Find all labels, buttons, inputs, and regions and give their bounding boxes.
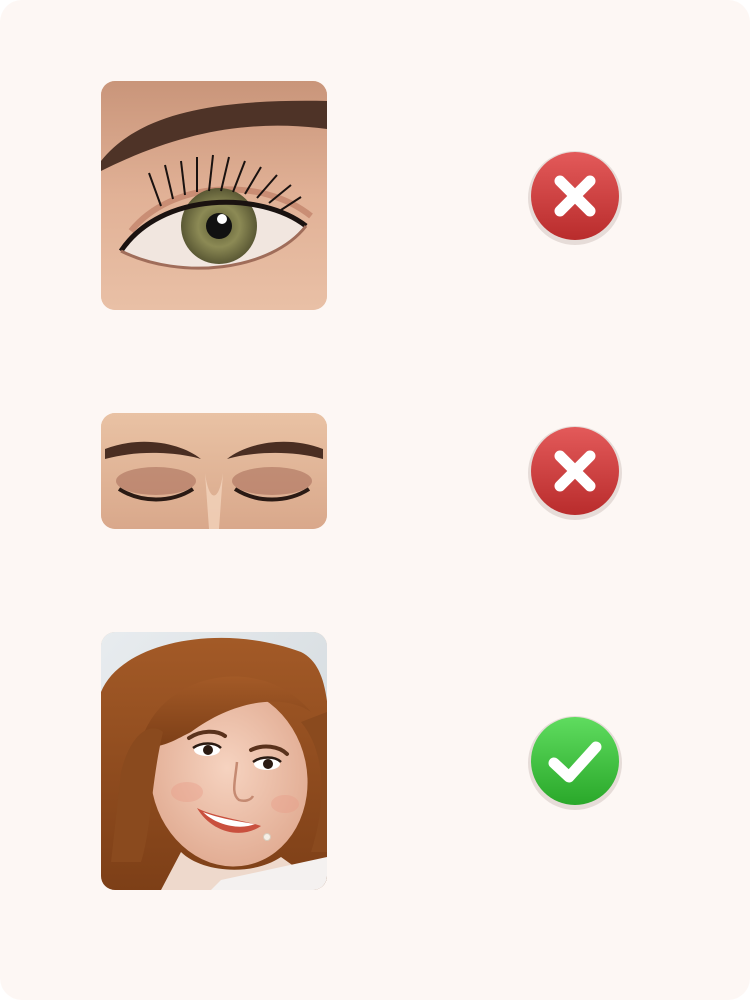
closed-eyes-photo [101, 413, 327, 529]
rejected-status-icon [526, 423, 624, 521]
rejected-status-icon [526, 148, 624, 246]
face-portrait-photo [101, 632, 327, 890]
eye-closeup-photo [101, 81, 327, 310]
photo-guidelines-page [0, 0, 750, 1000]
accepted-status-icon [526, 713, 624, 811]
